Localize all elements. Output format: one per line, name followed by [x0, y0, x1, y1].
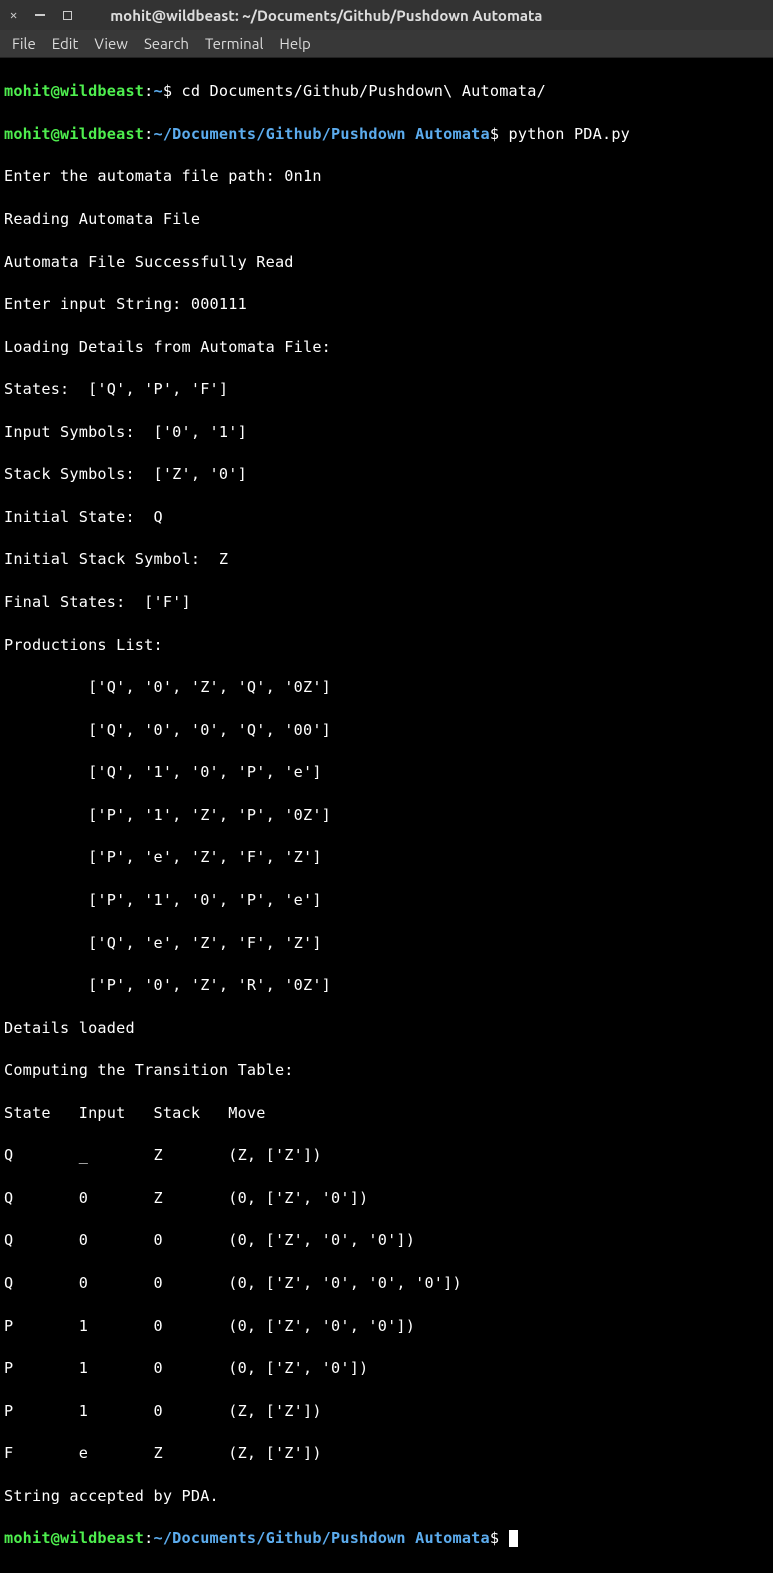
prompt-path: ~/Documents/Github/Pushdown Automata — [154, 125, 490, 143]
terminal-output-line: ['Q', '1', '0', 'P', 'e'] — [4, 762, 769, 783]
terminal-output-line: Productions List: — [4, 635, 769, 656]
terminal-output-line: Reading Automata File — [4, 209, 769, 230]
terminal-output-line: Final States: ['F'] — [4, 592, 769, 613]
terminal-output-line: ['Q', '0', 'Z', 'Q', '0Z'] — [4, 677, 769, 698]
command-text: python PDA.py — [499, 125, 630, 143]
maximize-icon[interactable] — [63, 11, 72, 20]
prompt-user: mohit@wildbeast — [4, 82, 144, 100]
terminal-output-line: ['P', '0', 'Z', 'R', '0Z'] — [4, 975, 769, 996]
window-controls: ✕ — [10, 8, 72, 22]
prompt-colon: : — [144, 82, 153, 100]
terminal-line: mohit@wildbeast:~/Documents/Github/Pushd… — [4, 124, 769, 145]
terminal-line: mohit@wildbeast:~$ cd Documents/Github/P… — [4, 81, 769, 102]
menu-help[interactable]: Help — [271, 35, 318, 52]
terminal-output-line: P 1 0 (0, ['Z', '0', '0']) — [4, 1316, 769, 1337]
terminal-line: mohit@wildbeast:~/Documents/Github/Pushd… — [4, 1528, 769, 1549]
terminal-output-line: String accepted by PDA. — [4, 1486, 769, 1507]
prompt-colon: : — [144, 125, 153, 143]
prompt-user: mohit@wildbeast — [4, 125, 144, 143]
minimize-icon[interactable] — [35, 14, 45, 16]
command-text — [499, 1529, 508, 1547]
command-text: cd Documents/Github/Pushdown\ Automata/ — [172, 82, 546, 100]
prompt-dollar: $ — [490, 1529, 499, 1547]
terminal-output-line: Q 0 Z (0, ['Z', '0']) — [4, 1188, 769, 1209]
menu-view[interactable]: View — [86, 35, 136, 52]
terminal-output-line: Input Symbols: ['0', '1'] — [4, 422, 769, 443]
terminal-output-line: Loading Details from Automata File: — [4, 337, 769, 358]
titlebar: ✕ mohit@wildbeast: ~/Documents/Github/Pu… — [0, 0, 773, 30]
prompt-path: ~/Documents/Github/Pushdown Automata — [154, 1529, 490, 1547]
terminal-output-line: State Input Stack Move — [4, 1103, 769, 1124]
terminal-output-line: ['Q', 'e', 'Z', 'F', 'Z'] — [4, 933, 769, 954]
terminal-output-line: Computing the Transition Table: — [4, 1060, 769, 1081]
terminal-output-line: P 1 0 (Z, ['Z']) — [4, 1401, 769, 1422]
prompt-dollar: $ — [490, 125, 499, 143]
prompt-user: mohit@wildbeast — [4, 1529, 144, 1547]
terminal-output-line: States: ['Q', 'P', 'F'] — [4, 379, 769, 400]
terminal-output-line: Q _ Z (Z, ['Z']) — [4, 1145, 769, 1166]
cursor-icon — [509, 1530, 518, 1547]
terminal-output-line: Enter the automata file path: 0n1n — [4, 166, 769, 187]
terminal-output-line: ['P', '1', 'Z', 'P', '0Z'] — [4, 805, 769, 826]
terminal-output-line: ['P', 'e', 'Z', 'F', 'Z'] — [4, 847, 769, 868]
terminal-output-line: Q 0 0 (0, ['Z', '0', '0']) — [4, 1230, 769, 1251]
menu-terminal[interactable]: Terminal — [197, 35, 271, 52]
menubar: File Edit View Search Terminal Help — [0, 30, 773, 58]
terminal-output-line: ['P', '1', '0', 'P', 'e'] — [4, 890, 769, 911]
terminal-output-line: Stack Symbols: ['Z', '0'] — [4, 464, 769, 485]
menu-file[interactable]: File — [4, 35, 44, 52]
window-title: mohit@wildbeast: ~/Documents/Github/Push… — [110, 7, 763, 24]
terminal-output-line: ['Q', '0', '0', 'Q', '00'] — [4, 720, 769, 741]
terminal-output-line: Initial Stack Symbol: Z — [4, 549, 769, 570]
terminal-output-line: P 1 0 (0, ['Z', '0']) — [4, 1358, 769, 1379]
close-icon[interactable]: ✕ — [10, 8, 17, 22]
terminal-body[interactable]: mohit@wildbeast:~$ cd Documents/Github/P… — [0, 58, 773, 1573]
terminal-output-line: Q 0 0 (0, ['Z', '0', '0', '0']) — [4, 1273, 769, 1294]
terminal-output-line: Automata File Successfully Read — [4, 252, 769, 273]
prompt-colon: : — [144, 1529, 153, 1547]
terminal-output-line: Details loaded — [4, 1018, 769, 1039]
menu-search[interactable]: Search — [136, 35, 197, 52]
prompt-path: ~ — [154, 82, 163, 100]
menu-edit[interactable]: Edit — [44, 35, 87, 52]
terminal-output-line: Enter input String: 000111 — [4, 294, 769, 315]
terminal-output-line: F e Z (Z, ['Z']) — [4, 1443, 769, 1464]
terminal-output-line: Initial State: Q — [4, 507, 769, 528]
prompt-dollar: $ — [163, 82, 172, 100]
